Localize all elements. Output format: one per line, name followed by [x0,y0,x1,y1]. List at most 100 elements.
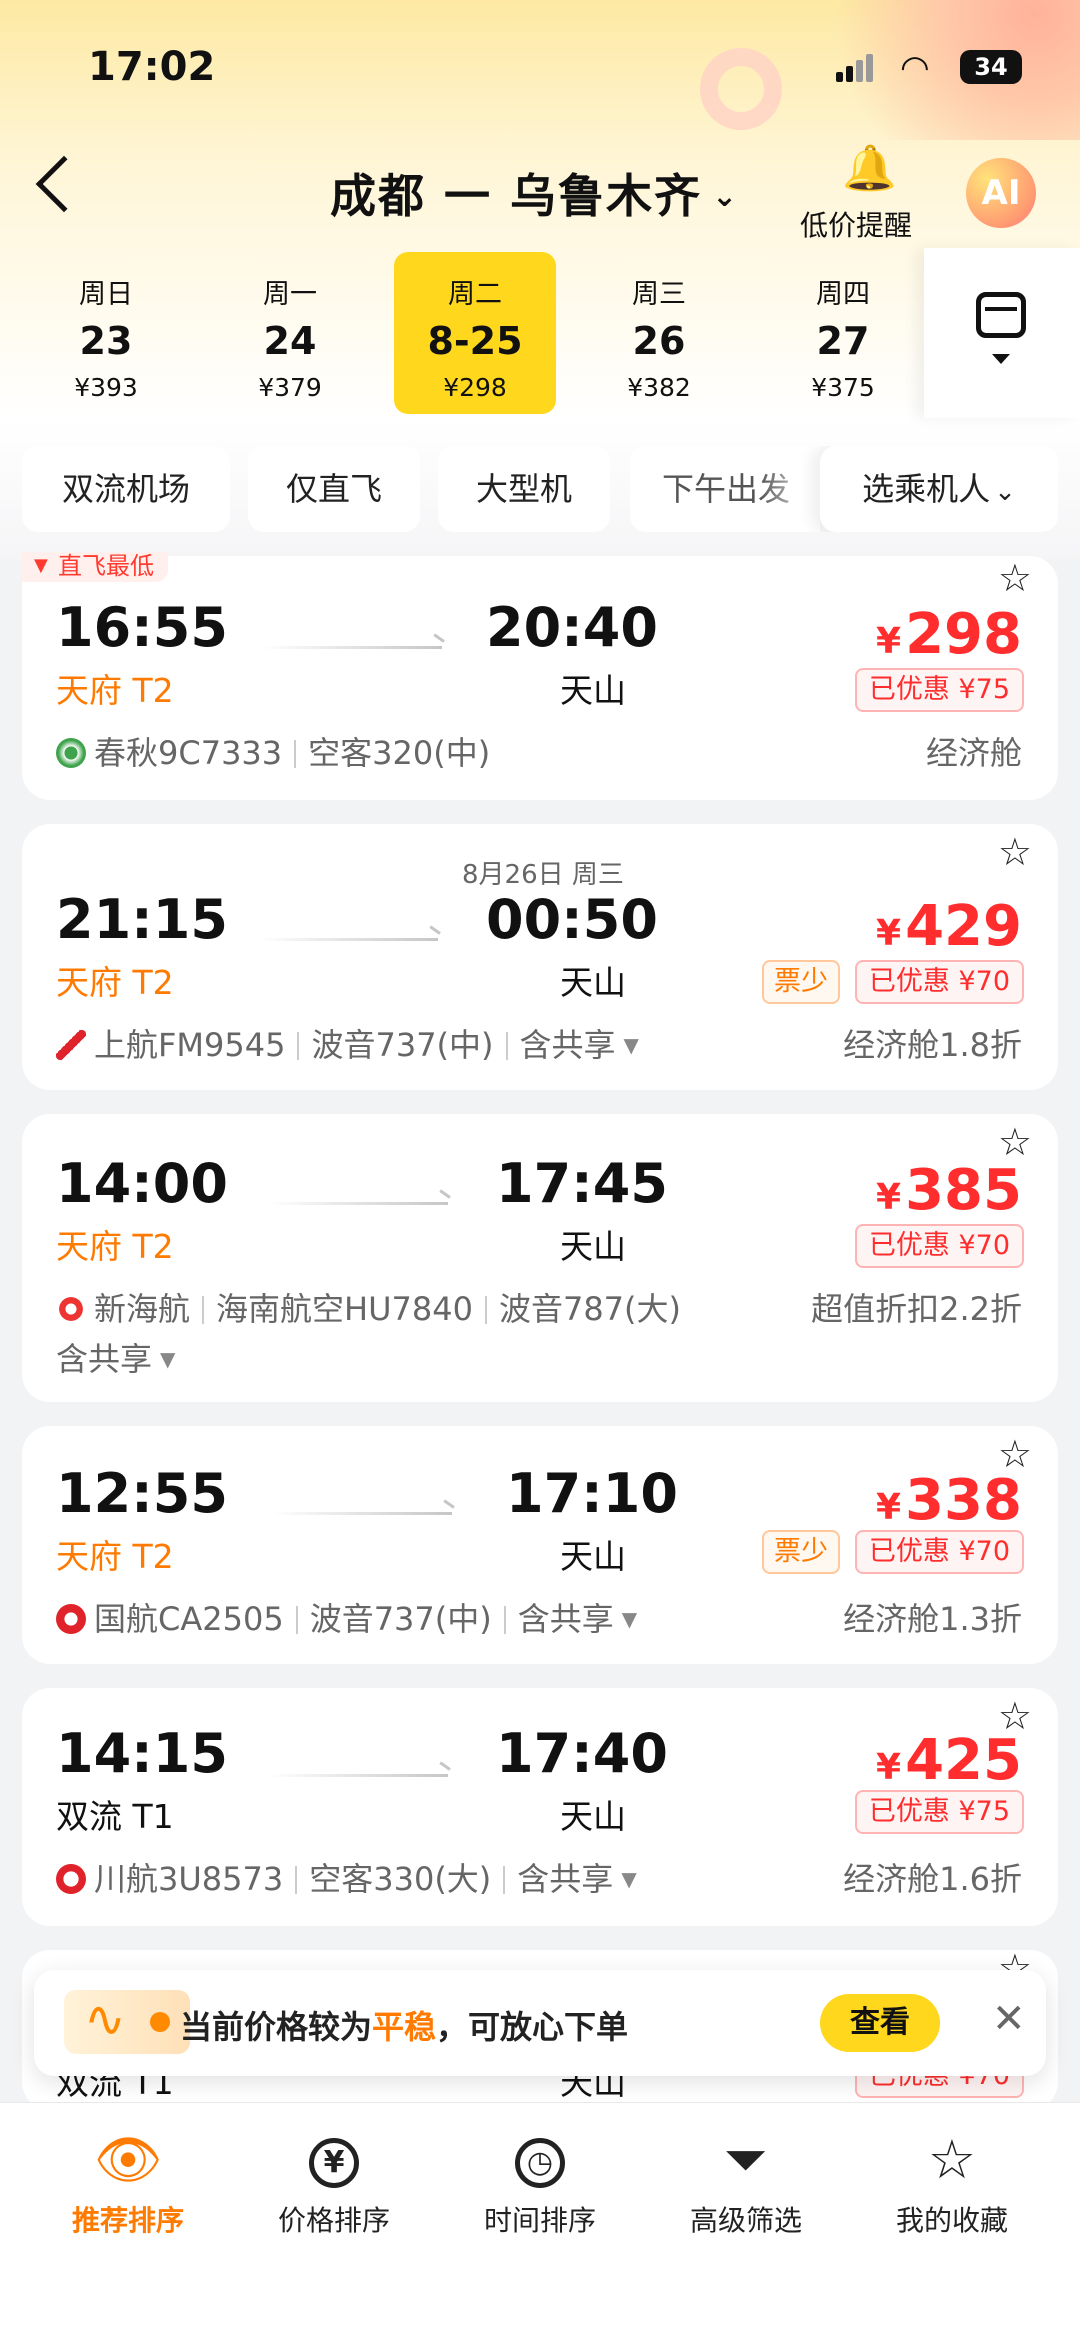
filter-chip-airport[interactable]: 双流机场 [22,446,230,532]
calendar-icon [976,292,1026,338]
caret-down-icon [992,354,1010,364]
flight-card[interactable]: ☆ 14:00 天府 T2 17:45 天山 ¥385 已优惠 ¥70 新海航海… [22,1114,1058,1402]
filter-chip-direct[interactable]: 仅直飞 [248,446,420,532]
date-day: 23 [79,319,133,363]
date-item-selected[interactable]: 周二 8-25 ¥298 [394,252,556,414]
route-title[interactable]: 成都 一 乌鲁木齐 ⌄ [330,160,739,226]
ai-assistant-button[interactable]: AI [966,158,1036,228]
flight-info: 上航FM9545 波音737(中) 含共享 ▼ [56,1020,639,1066]
date-day: 26 [632,319,686,363]
lowest-price-tag: 直飞最低 [22,552,168,582]
date-weekday: 周二 [448,279,502,310]
route-line [268,1774,448,1777]
departure-time: 16:55 [56,596,228,659]
flight-info: 春秋9C7333 空客320(中) [56,728,490,774]
discount-badge: 已优惠 ¥75 [854,1790,1024,1834]
arrival-airport: 天山 [560,1537,626,1576]
passenger-select-label: 选乘机人 [862,470,991,508]
filter-chip-afternoon[interactable]: 下午出发 [630,446,820,532]
filter-chip-large[interactable]: 大型机 [438,446,610,532]
airline-logo-icon [56,1864,86,1894]
tab-price[interactable]: ¥ 价格排序 [254,2125,414,2239]
clock-icon: ◷ [460,2125,620,2195]
few-tickets-badge: 票少 [762,1530,840,1574]
departure-airport: 双流 T1 [56,1797,174,1836]
close-icon[interactable]: ✕ [992,1996,1026,2042]
battery-icon: 34 [960,50,1022,84]
departure-airport: 天府 T2 [56,1537,174,1576]
date-day: 24 [263,319,317,363]
departure-time: 12:55 [56,1462,228,1525]
chevron-down-icon: ⌄ [994,477,1016,507]
tab-recommended[interactable]: 👁 推荐排序 [48,2125,208,2239]
cabin-class: 经济舱1.3折 [843,1600,1022,1638]
date-strip: 周日 23 ¥393 周一 24 ¥379 周二 8-25 ¥298 周三 26… [0,248,1080,423]
flight-price: ¥338 [876,1468,1022,1533]
departure-airport: 天府 T2 [56,671,174,710]
departure-time: 14:00 [56,1152,228,1215]
star-icon[interactable]: ☆ [998,830,1032,874]
eye-icon: 👁 [93,2128,163,2191]
flight-price: ¥385 [876,1158,1022,1223]
arrival-time: 00:50 [486,888,658,951]
passenger-select[interactable]: 选乘机人 ⌄ [820,446,1058,532]
yen-icon: ¥ [254,2125,414,2195]
wifi-icon: ◠ [900,48,930,88]
date-item[interactable]: 周日 23 ¥393 [25,252,187,414]
codeshare-info: 含共享 ▼ [56,1340,176,1378]
flight-price: ¥298 [876,602,1022,667]
caret-down-icon: ▼ [621,1607,638,1631]
star-icon[interactable]: ☆ [998,556,1032,600]
flight-card[interactable]: ☆ 16:55 天府 T2 20:40 天山 ¥298 已优惠 ¥75 春秋9C… [22,556,1058,800]
flight-card[interactable]: ☆ 12:55 天府 T2 17:10 天山 ¥338 票少 已优惠 ¥70 国… [22,1426,1058,1664]
arrival-date: 8月26日 周三 [462,860,624,890]
price-trend-toast: 当前价格较为平稳，可放心下单 查看 ✕ [34,1970,1046,2076]
date-weekday: 周三 [632,279,686,310]
arrival-time: 17:45 [496,1152,668,1215]
date-price: ¥393 [74,373,138,402]
chevron-down-icon: ⌄ [712,179,740,214]
arrival-airport: 天山 [560,963,626,1002]
cabin-class: 经济舱1.8折 [843,1026,1022,1064]
arrival-airport: 天山 [560,671,626,710]
date-day: 8-25 [427,319,523,363]
status-bar: 17:02 ◠ 34 [0,0,1080,120]
date-item[interactable]: 周一 24 ¥379 [209,252,371,414]
cabin-class: 超值折扣2.2折 [811,1290,1022,1328]
date-item[interactable]: 周四 27 ¥375 [762,252,924,414]
date-price: ¥298 [443,373,507,402]
discount-badge: 已优惠 ¥70 [854,960,1024,1004]
flight-card[interactable]: ☆ 14:15 双流 T1 17:40 天山 ¥425 已优惠 ¥75 川航3U… [22,1688,1058,1926]
tab-filter[interactable]: ⏷ 高级筛选 [666,2125,826,2239]
date-price: ¥375 [811,373,875,402]
filter-icon: ⏷ [724,2128,768,2191]
route-line [268,1202,448,1205]
departure-airport: 天府 T2 [56,1227,174,1266]
date-day: 27 [816,319,870,363]
arrival-time: 20:40 [486,596,658,659]
flight-info: 川航3U8573 空客330(大) 含共享 ▼ [56,1854,637,1900]
cabin-class: 经济舱1.6折 [843,1860,1022,1898]
arrival-time: 17:10 [506,1462,678,1525]
few-tickets-badge: 票少 [762,960,840,1004]
calendar-button[interactable] [924,248,1080,418]
date-weekday: 周一 [263,279,317,310]
departure-airport: 天府 T2 [56,963,174,1002]
arrival-airport: 天山 [560,1797,626,1836]
date-price: ¥379 [258,373,322,402]
view-button[interactable]: 查看 [820,1994,940,2052]
route-line [272,1512,452,1515]
arrival-airport: 天山 [560,1227,626,1266]
tab-time[interactable]: ◷ 时间排序 [460,2125,620,2239]
date-item[interactable]: 周三 26 ¥382 [578,252,740,414]
date-price: ¥382 [627,373,691,402]
flight-price: ¥429 [876,894,1022,959]
star-icon: ☆ [927,2128,977,2191]
discount-badge: 已优惠 ¥70 [854,1224,1024,1268]
price-trend-icon [64,1990,190,2054]
flight-card[interactable]: ☆ 8月26日 周三 21:15 天府 T2 00:50 天山 ¥429 票少 … [22,824,1058,1090]
bell-icon[interactable]: 🔔 [842,142,897,194]
price-alert-label[interactable]: 低价提醒 [800,204,912,244]
tab-favorites[interactable]: ☆ 我的收藏 [872,2125,1032,2239]
airline-logo-icon [56,1604,86,1634]
